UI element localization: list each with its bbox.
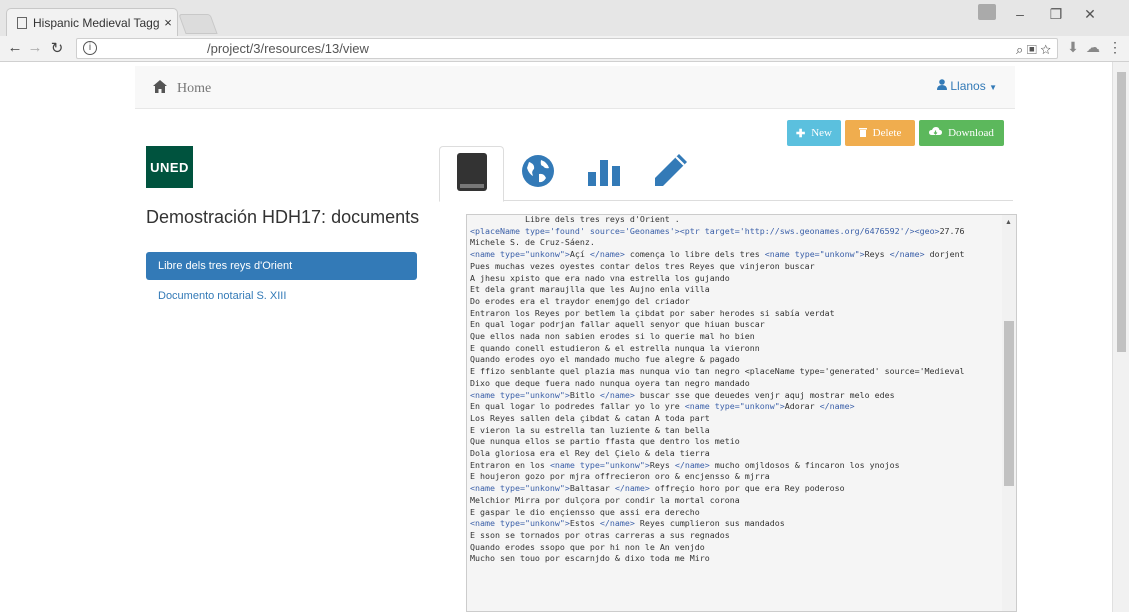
page: Home Llanos ▼ ✚ New Delete Download UNED… xyxy=(0,62,1129,612)
minimize-icon[interactable]: – xyxy=(1010,6,1030,22)
tab-map-view[interactable] xyxy=(505,146,570,201)
browser-tab-strip: Hispanic Medieval Tagge × – ❐ ✕ xyxy=(0,0,1129,36)
omnibox-icons[interactable]: ⌕ ▣ ☆ xyxy=(1016,40,1051,59)
download-label: Download xyxy=(948,127,994,139)
new-button[interactable]: ✚ New xyxy=(787,120,841,146)
address-bar[interactable]: i /project/3/resources/13/view ⌕ ▣ ☆ xyxy=(76,38,1058,59)
delete-label: Delete xyxy=(872,127,902,139)
document-line: Dixo que deque fuera nado nunqua oyera t… xyxy=(470,377,750,388)
document-line: E ffizo senblante quel plazia mas nunqua… xyxy=(470,366,965,377)
document-line: Libre dels tres reys d'Orient . xyxy=(470,214,680,224)
reload-icon[interactable]: ↻ xyxy=(48,39,66,57)
document-line: <name type="unkonw">Açí </name> començа … xyxy=(470,249,965,260)
document-line: Que ellos nada non sabien erodes si lo q… xyxy=(470,331,755,342)
document-line: <placeName type='found' source='Geonames… xyxy=(470,225,965,236)
browser-tab-title: Hispanic Medieval Tagge xyxy=(33,15,159,30)
document-line: <name type="unkonw">Bitlo </name> buscar… xyxy=(470,389,895,400)
close-tab-icon[interactable]: × xyxy=(159,15,177,30)
home-label: Home xyxy=(177,81,212,96)
user-icon xyxy=(937,79,950,93)
document-line: E houjeron gozo por mjra offrecieron oro… xyxy=(470,471,770,482)
download-button[interactable]: Download xyxy=(919,120,1004,146)
document-text: Libre dels tres reys d'Orient . <placeNam… xyxy=(470,214,1003,565)
tab-text-view[interactable] xyxy=(439,146,504,202)
page-scroll-thumb[interactable] xyxy=(1117,72,1126,352)
document-line: En qual logar lo podredes fallar yo lo y… xyxy=(470,401,855,412)
document-line: E gaspar le dio ençiensso que assi era d… xyxy=(470,506,700,517)
viewer-scroll-thumb[interactable] xyxy=(1004,321,1014,486)
back-icon[interactable]: ← xyxy=(6,39,24,56)
menu-icon[interactable]: ⋮ xyxy=(1106,39,1124,56)
user-menu[interactable]: Llanos ▼ xyxy=(937,79,997,93)
document-item-libre-dels-tres-reys[interactable]: Libre dels tres reys d'Orient xyxy=(146,252,417,280)
uned-logo: UNED xyxy=(146,146,193,188)
caret-down-icon: ▼ xyxy=(989,83,997,92)
document-line: Entraron los Reyes por betlem la çibdat … xyxy=(470,307,835,318)
delete-button[interactable]: Delete xyxy=(845,120,915,146)
document-line: Que nunqua ellos se partio ffasta que de… xyxy=(470,436,740,447)
bar-chart-icon xyxy=(587,156,620,191)
document-list: Libre dels tres reys d'Orient Documento … xyxy=(146,252,417,312)
browser-toolbar: ← → ↻ i /project/3/resources/13/view ⌕ ▣… xyxy=(0,36,1129,62)
new-label: New xyxy=(811,127,832,139)
cloud-download-icon xyxy=(929,126,943,140)
document-line: A jhesu xpisto que era nado vna estrella… xyxy=(470,272,730,283)
view-tabs xyxy=(439,146,1013,202)
document-line: Do erodes era el traydor enemjgo del cri… xyxy=(470,295,690,306)
document-line: Dola gloriosa era el Rey del Çielo & del… xyxy=(470,448,710,459)
document-line: En qual logar podrjan fallar aquell seny… xyxy=(470,319,765,330)
page-scrollbar[interactable] xyxy=(1112,62,1129,612)
document-line: Pues muchas vezes oyestes contar delos t… xyxy=(470,260,815,271)
tab-statistics-view[interactable] xyxy=(571,146,636,201)
new-tab-button[interactable] xyxy=(178,14,218,34)
user-name: Llanos xyxy=(950,79,986,93)
cloud-extension-icon[interactable]: ☁ xyxy=(1084,39,1102,56)
document-line: Et dela grant maraujlla que les Aujno en… xyxy=(470,284,710,295)
document-line: E sson se tornados por otras carreras a … xyxy=(470,529,730,540)
globe-icon xyxy=(521,154,555,193)
window-close-icon[interactable]: ✕ xyxy=(1080,6,1100,23)
home-link[interactable]: Home xyxy=(153,80,211,98)
page-icon xyxy=(17,16,27,29)
project-title: Demostración HDH17: documents xyxy=(146,207,420,227)
document-line: Quando erodes oyo el mandado mucho fue a… xyxy=(470,354,740,365)
tab-edit-view[interactable] xyxy=(637,146,702,201)
document-line: E vieron la su estrella tan luziente & t… xyxy=(470,424,710,435)
viewer-scrollbar[interactable]: ▲ xyxy=(1002,215,1016,611)
maximize-icon[interactable]: ❐ xyxy=(1046,6,1066,23)
plus-icon: ✚ xyxy=(796,127,806,140)
document-line: Melchior Mirra por dulçora por condir la… xyxy=(470,494,740,505)
top-navbar: Home Llanos ▼ xyxy=(135,66,1015,109)
download-extension-icon[interactable]: ⬇ xyxy=(1064,39,1082,56)
profile-icon[interactable] xyxy=(978,4,996,20)
document-line: <name type="unkonw">Baltasar </name> off… xyxy=(470,483,845,494)
document-item-documento-notarial[interactable]: Documento notarial S. XIII xyxy=(146,282,417,310)
document-line: Entraron en los <name type="unkonw">Reys… xyxy=(470,459,900,470)
document-line: Mucho sen touo por escarnjdo & dixo toda… xyxy=(470,553,710,564)
home-icon xyxy=(153,80,167,98)
browser-tab[interactable]: Hispanic Medieval Tagge × xyxy=(6,8,178,36)
document-line: <name type="unkonw">Estos </name> Reyes … xyxy=(470,518,785,529)
forward-icon[interactable]: → xyxy=(26,39,44,56)
document-line: E quando conell estudieron & el estrella… xyxy=(470,342,760,353)
info-icon[interactable]: i xyxy=(83,41,97,55)
pencil-icon xyxy=(651,152,689,195)
document-line: Quando erodes ssopo que por hi non le An… xyxy=(470,541,705,552)
document-line: Michele S. de Cruz-Sáenz. xyxy=(470,237,595,248)
url-text: /project/3/resources/13/view xyxy=(207,41,369,56)
scroll-up-icon[interactable]: ▲ xyxy=(1005,219,1012,226)
document-viewer[interactable]: Libre dels tres reys d'Orient . <placeNam… xyxy=(466,214,1017,612)
document-line: Los Reyes sallen dela çibdat & catan A t… xyxy=(470,412,710,423)
trash-icon xyxy=(858,127,867,140)
book-icon xyxy=(456,152,487,196)
